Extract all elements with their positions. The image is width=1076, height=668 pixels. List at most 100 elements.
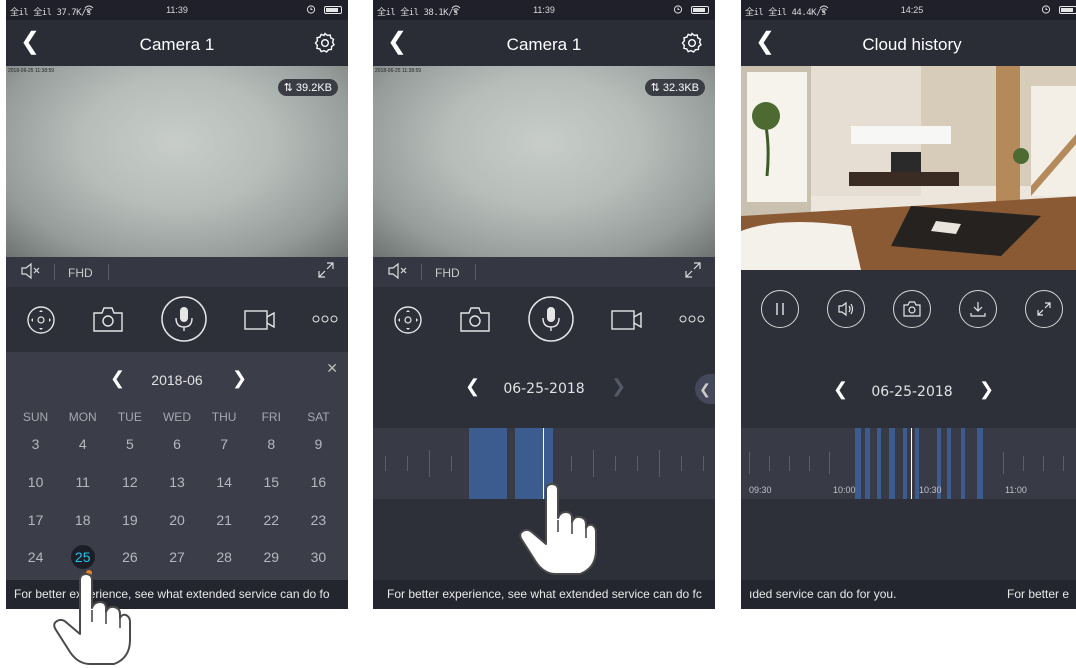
fullscreen-icon[interactable] xyxy=(318,262,334,278)
calendar-week: 17 18 19 20 21 22 23 xyxy=(12,512,342,528)
settings-gear-icon[interactable] xyxy=(314,32,336,54)
calendar-day[interactable]: 19 xyxy=(106,512,153,528)
weekday-label: FRI xyxy=(261,410,281,424)
status-bar: 全il 全il 37.7K/s 11:39 xyxy=(6,0,348,20)
playhead-needle[interactable] xyxy=(911,428,912,499)
fullscreen-icon[interactable] xyxy=(685,262,701,278)
video-control-bar: FHD xyxy=(373,257,715,287)
calendar-week: 24 25 26 27 28 29 30 xyxy=(12,545,342,569)
promo-banner[interactable]: For better experience, see what extended… xyxy=(373,580,715,609)
calendar-day-selected[interactable]: 25 xyxy=(59,545,106,569)
recording-segment[interactable] xyxy=(947,428,951,499)
calendar-day[interactable]: 18 xyxy=(59,512,106,528)
next-month-button[interactable]: ❯ xyxy=(232,368,247,389)
status-time: 14:25 xyxy=(900,5,924,15)
snapshot-button[interactable] xyxy=(893,290,931,328)
calendar-day[interactable]: 13 xyxy=(153,474,200,490)
timeline-tick xyxy=(593,450,594,477)
playback-video-view[interactable] xyxy=(741,66,1076,270)
calendar-day[interactable]: 29 xyxy=(248,549,295,569)
speaker-volume-button[interactable] xyxy=(827,290,865,328)
status-time: 11:39 xyxy=(533,5,555,15)
download-button[interactable] xyxy=(959,290,997,328)
next-day-button[interactable]: ❯ xyxy=(979,379,994,400)
date-navigator: ❮ 06-25-2018 ❯ xyxy=(741,371,1076,411)
more-icon[interactable] xyxy=(679,315,705,323)
action-icon-row xyxy=(373,287,715,351)
calendar-day[interactable]: 7 xyxy=(201,436,248,452)
snapshot-camera-icon[interactable] xyxy=(92,305,124,333)
microphone-icon[interactable] xyxy=(160,295,208,343)
recording-segment[interactable] xyxy=(469,428,507,499)
recording-segment[interactable] xyxy=(865,428,870,499)
action-icon-row xyxy=(6,287,348,351)
cloud-timeline[interactable]: 09:30 10:00 10:30 11:00 xyxy=(741,428,1076,499)
pause-button[interactable] xyxy=(761,290,799,328)
divider xyxy=(475,264,476,280)
live-video-view[interactable]: 2018-06-25 11:38:59 ⇅ 32.3KB xyxy=(373,66,715,257)
timeline-tick xyxy=(615,456,616,471)
close-calendar-icon[interactable]: ✕ xyxy=(326,360,338,377)
calendar-day[interactable]: 23 xyxy=(295,512,342,528)
timeline-tick xyxy=(1063,456,1064,471)
snapshot-camera-icon[interactable] xyxy=(459,305,491,333)
record-video-icon[interactable] xyxy=(244,309,276,331)
more-icon[interactable] xyxy=(312,315,338,323)
battery-icon xyxy=(691,6,709,14)
quality-button[interactable]: FHD xyxy=(68,266,93,280)
calendar-day[interactable]: 5 xyxy=(106,436,153,452)
data-rate-badge: ⇅ 32.3KB xyxy=(644,79,705,96)
recording-segment[interactable] xyxy=(889,428,895,499)
calendar-day[interactable]: 27 xyxy=(153,549,200,569)
recording-segment[interactable] xyxy=(961,428,965,499)
calendar-week: 3 4 5 6 7 8 9 xyxy=(12,436,342,452)
settings-gear-icon[interactable] xyxy=(681,32,703,54)
calendar-day[interactable]: 20 xyxy=(153,512,200,528)
recording-segment[interactable] xyxy=(855,428,861,499)
calendar-day[interactable]: 14 xyxy=(201,474,248,490)
speaker-mute-icon[interactable] xyxy=(20,262,42,283)
video-control-bar: FHD xyxy=(6,257,348,287)
calendar-day[interactable]: 24 xyxy=(12,549,59,569)
page-title: Camera 1 xyxy=(506,35,582,54)
weekday-label: MON xyxy=(68,410,97,424)
current-date[interactable]: 06-25-2018 xyxy=(741,384,1076,400)
recording-segment[interactable] xyxy=(903,428,907,499)
fullscreen-button[interactable] xyxy=(1025,290,1063,328)
calendar-day[interactable]: 28 xyxy=(201,549,248,569)
live-video-view[interactable]: 2018-06-25 11:38:59 ⇅ 39.2KB xyxy=(6,66,348,257)
tap-hand-icon xyxy=(53,573,131,665)
calendar-day[interactable]: 15 xyxy=(248,474,295,490)
calendar-day[interactable]: 17 xyxy=(12,512,59,528)
calendar-day[interactable]: 9 xyxy=(295,436,342,452)
next-day-button[interactable]: ❯ xyxy=(611,376,626,397)
quality-button[interactable]: FHD xyxy=(435,266,460,280)
calendar-day[interactable]: 11 xyxy=(59,474,106,490)
calendar-day[interactable]: 22 xyxy=(248,512,295,528)
calendar-day[interactable]: 6 xyxy=(153,436,200,452)
calendar-day[interactable]: 12 xyxy=(106,474,153,490)
calendar-day[interactable]: 30 xyxy=(295,549,342,569)
calendar-day[interactable]: 26 xyxy=(106,549,153,569)
timeline-label: 09:30 xyxy=(749,485,772,495)
calendar-day[interactable]: 8 xyxy=(248,436,295,452)
record-video-icon[interactable] xyxy=(611,309,643,331)
timeline-tick xyxy=(385,456,386,471)
calendar-day[interactable]: 21 xyxy=(201,512,248,528)
ptz-control-icon[interactable] xyxy=(26,305,56,335)
microphone-icon[interactable] xyxy=(527,295,575,343)
promo-banner[interactable]: ıded service can do for you. For better … xyxy=(741,580,1076,609)
calendar-day[interactable]: 10 xyxy=(12,474,59,490)
selected-date[interactable]: 25 xyxy=(70,545,95,569)
calendar-day[interactable]: 16 xyxy=(295,474,342,490)
recording-segment[interactable] xyxy=(877,428,881,499)
current-date[interactable]: 06-25-2018 xyxy=(373,381,715,397)
recording-segment[interactable] xyxy=(977,428,983,499)
timeline-tick xyxy=(829,452,830,474)
status-bar: 全il 全il 38.1K/s 11:39 xyxy=(373,0,715,20)
ptz-control-icon[interactable] xyxy=(393,305,423,335)
battery-icon xyxy=(324,6,342,14)
calendar-day[interactable]: 4 xyxy=(59,436,106,452)
calendar-day[interactable]: 3 xyxy=(12,436,59,452)
speaker-mute-icon[interactable] xyxy=(387,262,409,283)
